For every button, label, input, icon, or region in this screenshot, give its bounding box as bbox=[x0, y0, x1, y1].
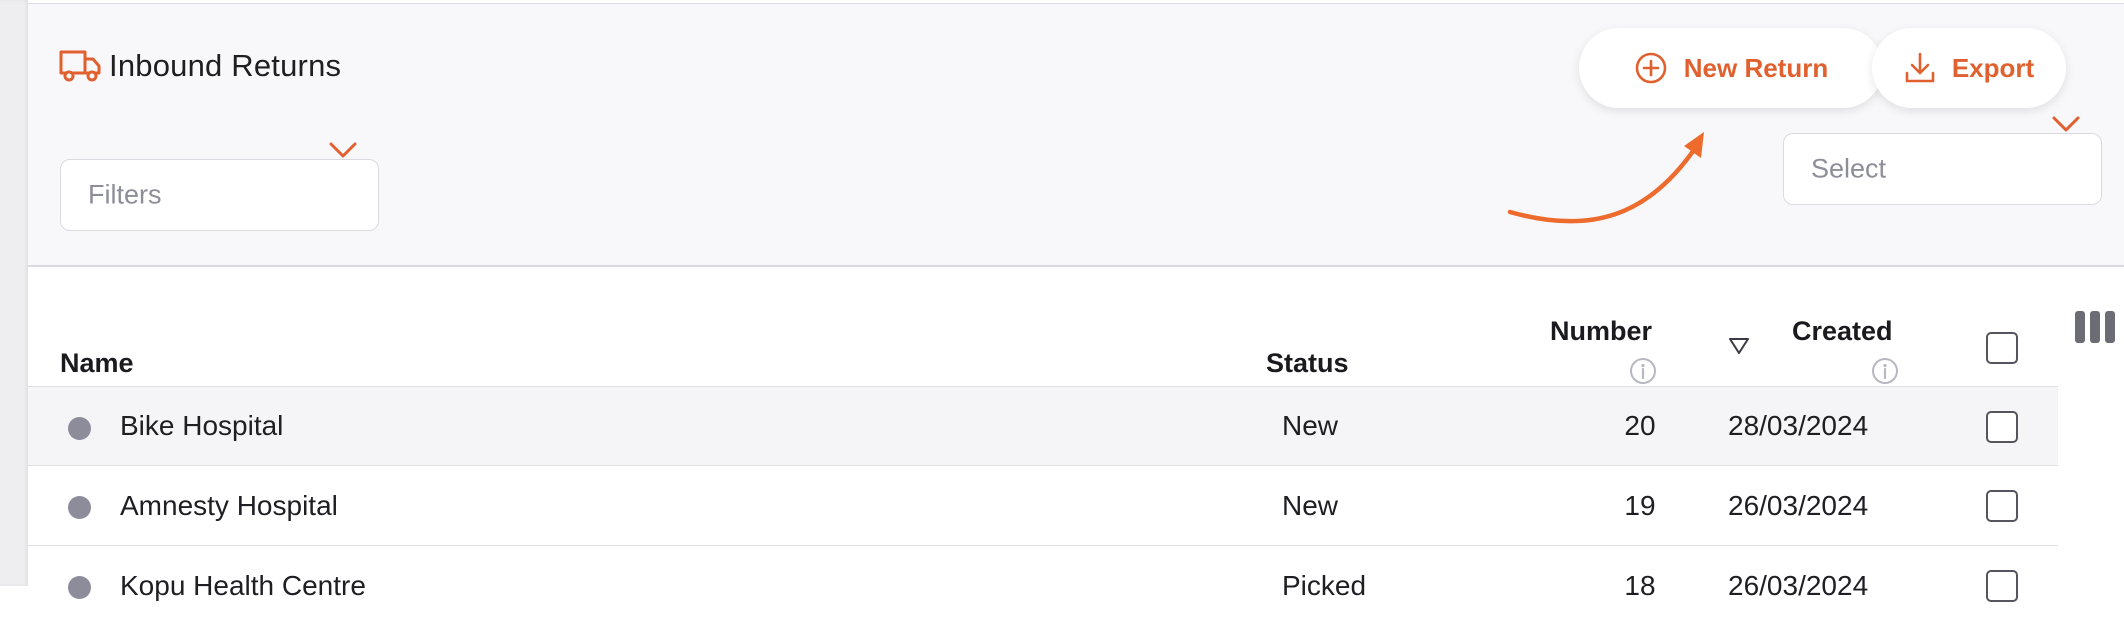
column-header-name[interactable]: Name bbox=[60, 348, 134, 379]
row-created: 26/03/2024 bbox=[1728, 570, 1869, 601]
annotation-arrow-icon bbox=[1498, 124, 1728, 239]
status-dot bbox=[68, 417, 91, 440]
row-status: New bbox=[1282, 410, 1339, 441]
row-name: Kopu Health Centre bbox=[120, 570, 366, 601]
sort-descending-icon[interactable] bbox=[1728, 337, 1750, 360]
table-row[interactable]: Kopu Health Centre Picked 18 26/03/2024 bbox=[28, 546, 2058, 626]
row-status: New bbox=[1282, 489, 1339, 521]
row-number: 20 bbox=[1624, 410, 1656, 441]
page-header: Inbound Returns New Return Export Filter… bbox=[28, 3, 2124, 267]
row-checkbox[interactable] bbox=[1986, 570, 2018, 602]
row-checkbox[interactable] bbox=[1986, 411, 2018, 443]
row-status: Picked bbox=[1282, 570, 1367, 601]
new-return-label: New Return bbox=[1683, 52, 1829, 83]
plus-circle-icon bbox=[1634, 51, 1684, 85]
left-gutter bbox=[0, 0, 28, 586]
row-created: 28/03/2024 bbox=[1728, 410, 1869, 441]
column-header-created[interactable]: Created bbox=[1792, 316, 1893, 347]
download-icon bbox=[1904, 51, 1952, 85]
title-area: Inbound Returns bbox=[59, 48, 341, 84]
export-label: Export bbox=[1951, 52, 2035, 83]
column-settings-icon[interactable] bbox=[2074, 310, 2116, 349]
row-name: Bike Hospital bbox=[120, 410, 284, 441]
select-all-checkbox[interactable] bbox=[1986, 332, 2018, 364]
row-number: 19 bbox=[1624, 489, 1656, 521]
truck-icon bbox=[59, 48, 101, 84]
page-title: Inbound Returns bbox=[109, 48, 342, 83]
row-created: 26/03/2024 bbox=[1728, 489, 1869, 521]
row-number: 18 bbox=[1624, 570, 1656, 601]
row-name: Amnesty Hospital bbox=[120, 489, 338, 521]
sort-select-placeholder: Select bbox=[1811, 153, 1887, 184]
sort-select-dropdown[interactable]: Select bbox=[1783, 116, 2102, 205]
status-dot bbox=[68, 576, 91, 599]
row-checkbox[interactable] bbox=[1986, 490, 2018, 522]
filters-dropdown[interactable]: Filters bbox=[60, 142, 379, 231]
column-header-status[interactable]: Status bbox=[1266, 348, 1349, 379]
column-header-number[interactable]: Number bbox=[1550, 316, 1652, 347]
status-dot bbox=[68, 496, 91, 519]
table-row[interactable]: Bike Hospital New 20 28/03/2024 bbox=[28, 386, 2058, 466]
table-row[interactable]: Amnesty Hospital New 19 26/03/2024 bbox=[28, 466, 2058, 546]
new-return-button[interactable]: New Return bbox=[1579, 28, 1883, 108]
filters-placeholder: Filters bbox=[88, 179, 162, 210]
export-button[interactable]: Export bbox=[1872, 28, 2066, 108]
